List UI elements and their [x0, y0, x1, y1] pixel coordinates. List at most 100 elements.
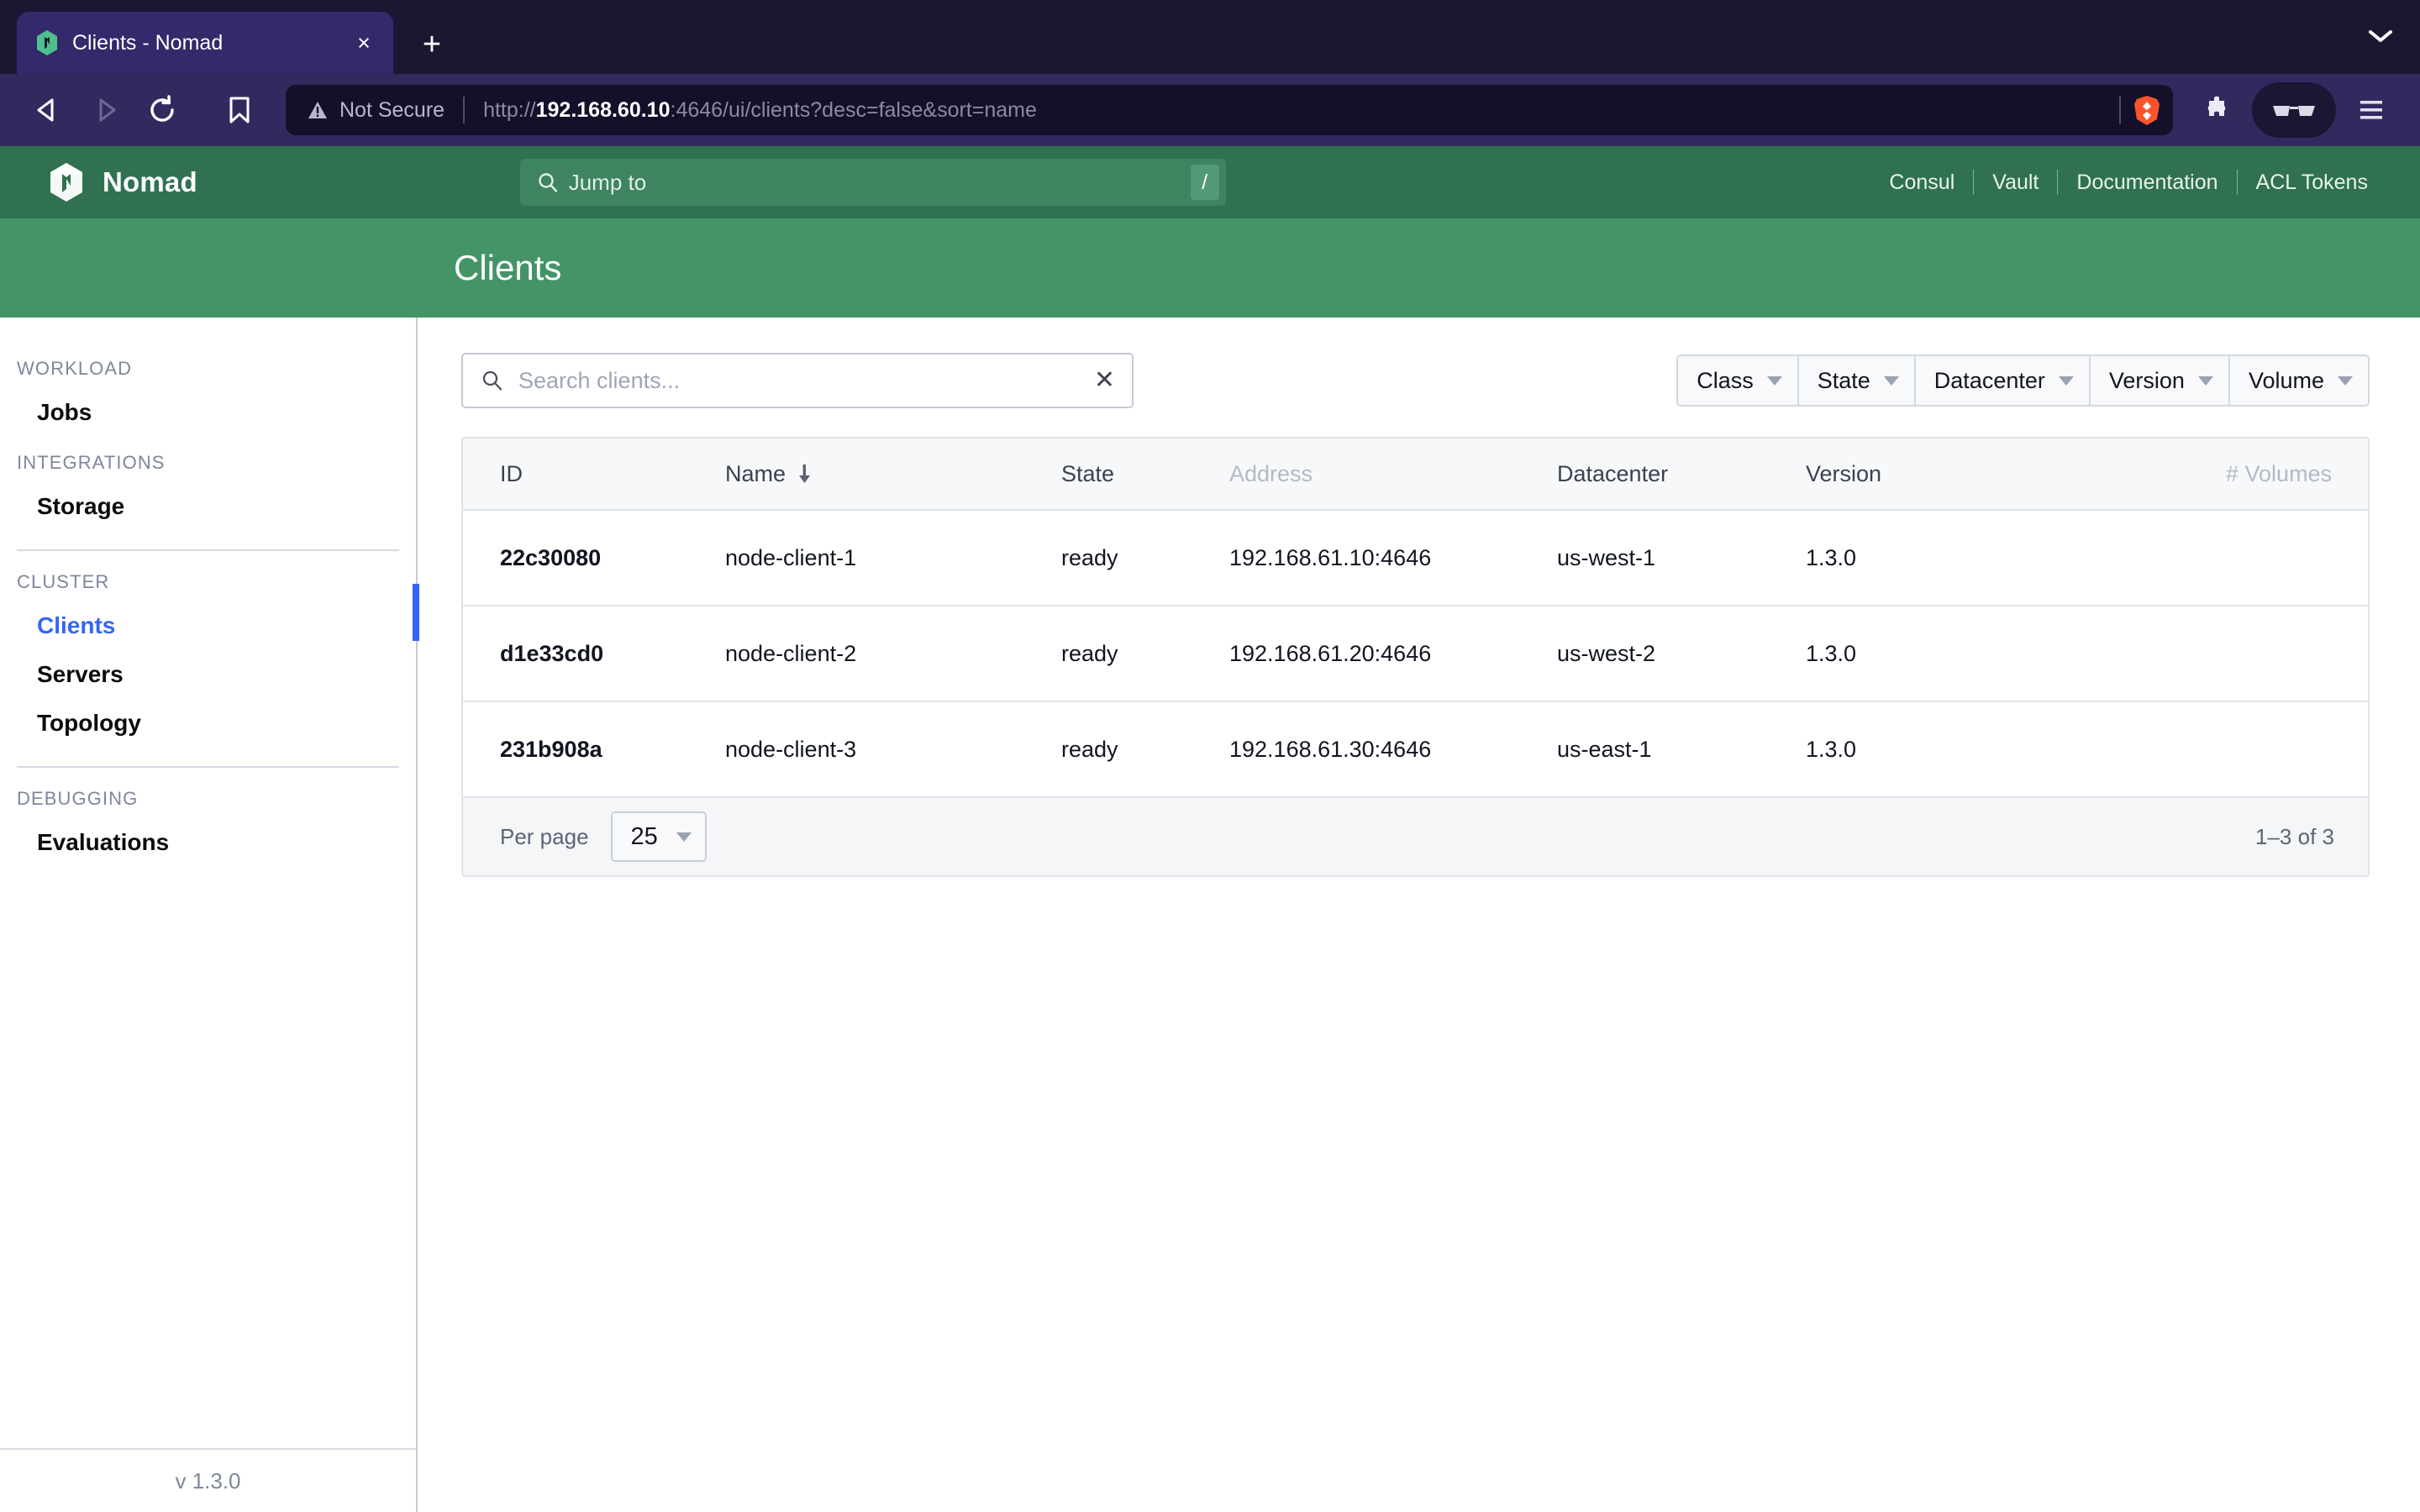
nav-link-vault[interactable]: Vault — [1974, 171, 2057, 195]
filter-state-label: State — [1818, 368, 1870, 394]
cell-version: 1.3.0 — [1806, 545, 2226, 571]
cell-state: ready — [1061, 641, 1229, 667]
column-header-volumes: # Volumes — [2226, 461, 2370, 487]
jump-to-placeholder: Jump to — [569, 170, 647, 196]
browser-tabstrip: Clients - Nomad × + — [0, 0, 2420, 74]
table-row[interactable]: d1e33cd0 node-client-2 ready 192.168.61.… — [463, 606, 2368, 702]
column-header-name[interactable]: Name — [725, 461, 1061, 487]
sidebar-divider — [17, 549, 399, 551]
filter-datacenter[interactable]: Datacenter — [1914, 354, 2089, 407]
sidebar: WORKLOAD Jobs INTEGRATIONS Storage CLUST… — [0, 318, 418, 1512]
column-header-name-label: Name — [725, 461, 786, 487]
url-text: http://192.168.60.10:4646/ui/clients?des… — [483, 98, 1037, 123]
filter-volume[interactable]: Volume — [2228, 354, 2370, 407]
cell-datacenter: us-west-1 — [1557, 545, 1806, 571]
jump-to-search[interactable]: Jump to / — [520, 159, 1226, 206]
browser-tab-active[interactable]: Clients - Nomad × — [17, 12, 393, 74]
toolbar-row: Search clients... ✕ Class State — [461, 353, 2370, 408]
cell-version: 1.3.0 — [1806, 737, 2226, 763]
nav-link-acl-tokens[interactable]: ACL Tokens — [2238, 171, 2386, 195]
new-tab-button[interactable]: + — [415, 29, 449, 60]
table-row[interactable]: 231b908a node-client-3 ready 192.168.61.… — [463, 702, 2368, 798]
bookmark-icon[interactable] — [213, 84, 266, 136]
cell-state: ready — [1061, 545, 1229, 571]
sidebar-version: v 1.3.0 — [0, 1448, 416, 1512]
per-page-value: 25 — [631, 823, 658, 851]
reader-mode-button[interactable] — [2252, 82, 2336, 138]
chevron-down-icon — [2198, 376, 2213, 386]
sidebar-group-workload: WORKLOAD — [0, 343, 416, 388]
sidebar-item-topology[interactable]: Topology — [0, 699, 416, 748]
nav-link-consul[interactable]: Consul — [1870, 171, 1973, 195]
browser-menu-icon[interactable] — [2344, 83, 2398, 137]
close-icon[interactable]: ✕ — [1094, 368, 1115, 393]
cell-name: node-client-1 — [725, 545, 1061, 571]
url-suffix: :4646/ui/clients?desc=false&sort=name — [671, 98, 1037, 122]
cell-address: 192.168.61.30:4646 — [1229, 737, 1557, 763]
cell-address: 192.168.61.10:4646 — [1229, 545, 1557, 571]
close-icon[interactable]: × — [350, 32, 378, 55]
sidebar-divider — [17, 766, 399, 768]
sidebar-group-integrations: INTEGRATIONS — [0, 437, 416, 482]
url-prefix: http:// — [483, 98, 536, 122]
page-title: Clients — [454, 248, 561, 288]
filter-version-label: Version — [2109, 368, 2185, 394]
column-header-address-label: Address — [1229, 461, 1313, 487]
sidebar-item-storage[interactable]: Storage — [0, 482, 416, 531]
security-indicator[interactable]: Not Secure — [308, 98, 445, 123]
search-icon — [537, 171, 559, 193]
search-input[interactable]: Search clients... — [518, 368, 1094, 394]
body-area: WORKLOAD Jobs INTEGRATIONS Storage CLUST… — [0, 318, 2420, 1512]
extensions-icon[interactable] — [2190, 83, 2244, 137]
chevron-down-icon — [1767, 376, 1782, 386]
search-icon — [481, 370, 503, 391]
filter-button-group: Class State Datacenter Version — [1676, 354, 2370, 407]
chevron-down-icon — [676, 832, 692, 842]
filter-version[interactable]: Version — [2089, 354, 2228, 407]
per-page-select[interactable]: 25 — [611, 811, 707, 862]
sort-descending-icon — [797, 464, 812, 484]
cell-id: 22c30080 — [500, 545, 725, 571]
reload-button[interactable] — [136, 84, 188, 136]
sidebar-item-jobs[interactable]: Jobs — [0, 388, 416, 437]
brave-shields-icon[interactable] — [2121, 94, 2173, 126]
cell-name: node-client-3 — [725, 737, 1061, 763]
filter-datacenter-label: Datacenter — [1934, 368, 2045, 394]
per-page-label: Per page — [500, 824, 589, 850]
table-header-row: ID Name State Address — [463, 438, 2368, 511]
column-header-version[interactable]: Version — [1806, 461, 2226, 487]
chevron-down-icon — [2338, 376, 2353, 386]
address-bar[interactable]: Not Secure http://192.168.60.10:4646/ui/… — [286, 85, 2173, 135]
filter-class-label: Class — [1697, 368, 1754, 394]
sidebar-item-evaluations[interactable]: Evaluations — [0, 818, 416, 867]
back-button[interactable] — [22, 84, 74, 136]
nomad-brand[interactable]: Nomad — [49, 162, 197, 202]
column-header-id[interactable]: ID — [500, 461, 725, 487]
cell-version: 1.3.0 — [1806, 641, 2226, 667]
column-header-volumes-label: # Volumes — [2226, 461, 2332, 487]
cell-address: 192.168.61.20:4646 — [1229, 641, 1557, 667]
nomad-brand-label: Nomad — [103, 166, 197, 198]
cell-id: 231b908a — [500, 737, 725, 763]
cell-datacenter: us-east-1 — [1557, 737, 1806, 763]
table-row[interactable]: 22c30080 node-client-1 ready 192.168.61.… — [463, 511, 2368, 606]
filter-volume-label: Volume — [2249, 368, 2324, 394]
nomad-favicon-icon — [35, 29, 59, 56]
search-clients-box[interactable]: Search clients... ✕ — [461, 353, 1134, 408]
filter-class[interactable]: Class — [1676, 354, 1797, 407]
column-header-state-label: State — [1061, 461, 1114, 487]
browser-window: Clients - Nomad × + — [0, 0, 2420, 1512]
filter-state[interactable]: State — [1797, 354, 1914, 407]
column-header-version-label: Version — [1806, 461, 1881, 487]
sidebar-item-servers[interactable]: Servers — [0, 650, 416, 699]
address-bar-right — [2119, 85, 2173, 135]
sidebar-active-indicator — [413, 584, 419, 641]
column-header-datacenter[interactable]: Datacenter — [1557, 461, 1806, 487]
chevron-down-icon[interactable] — [2368, 29, 2393, 44]
security-label: Not Secure — [339, 98, 445, 123]
sidebar-item-clients[interactable]: Clients — [0, 601, 416, 650]
column-header-state[interactable]: State — [1061, 461, 1229, 487]
nav-link-documentation[interactable]: Documentation — [2058, 171, 2236, 195]
global-nav-links: Consul Vault Documentation ACL Tokens — [1870, 170, 2386, 195]
table-footer: Per page 25 1–3 of 3 — [463, 798, 2368, 875]
